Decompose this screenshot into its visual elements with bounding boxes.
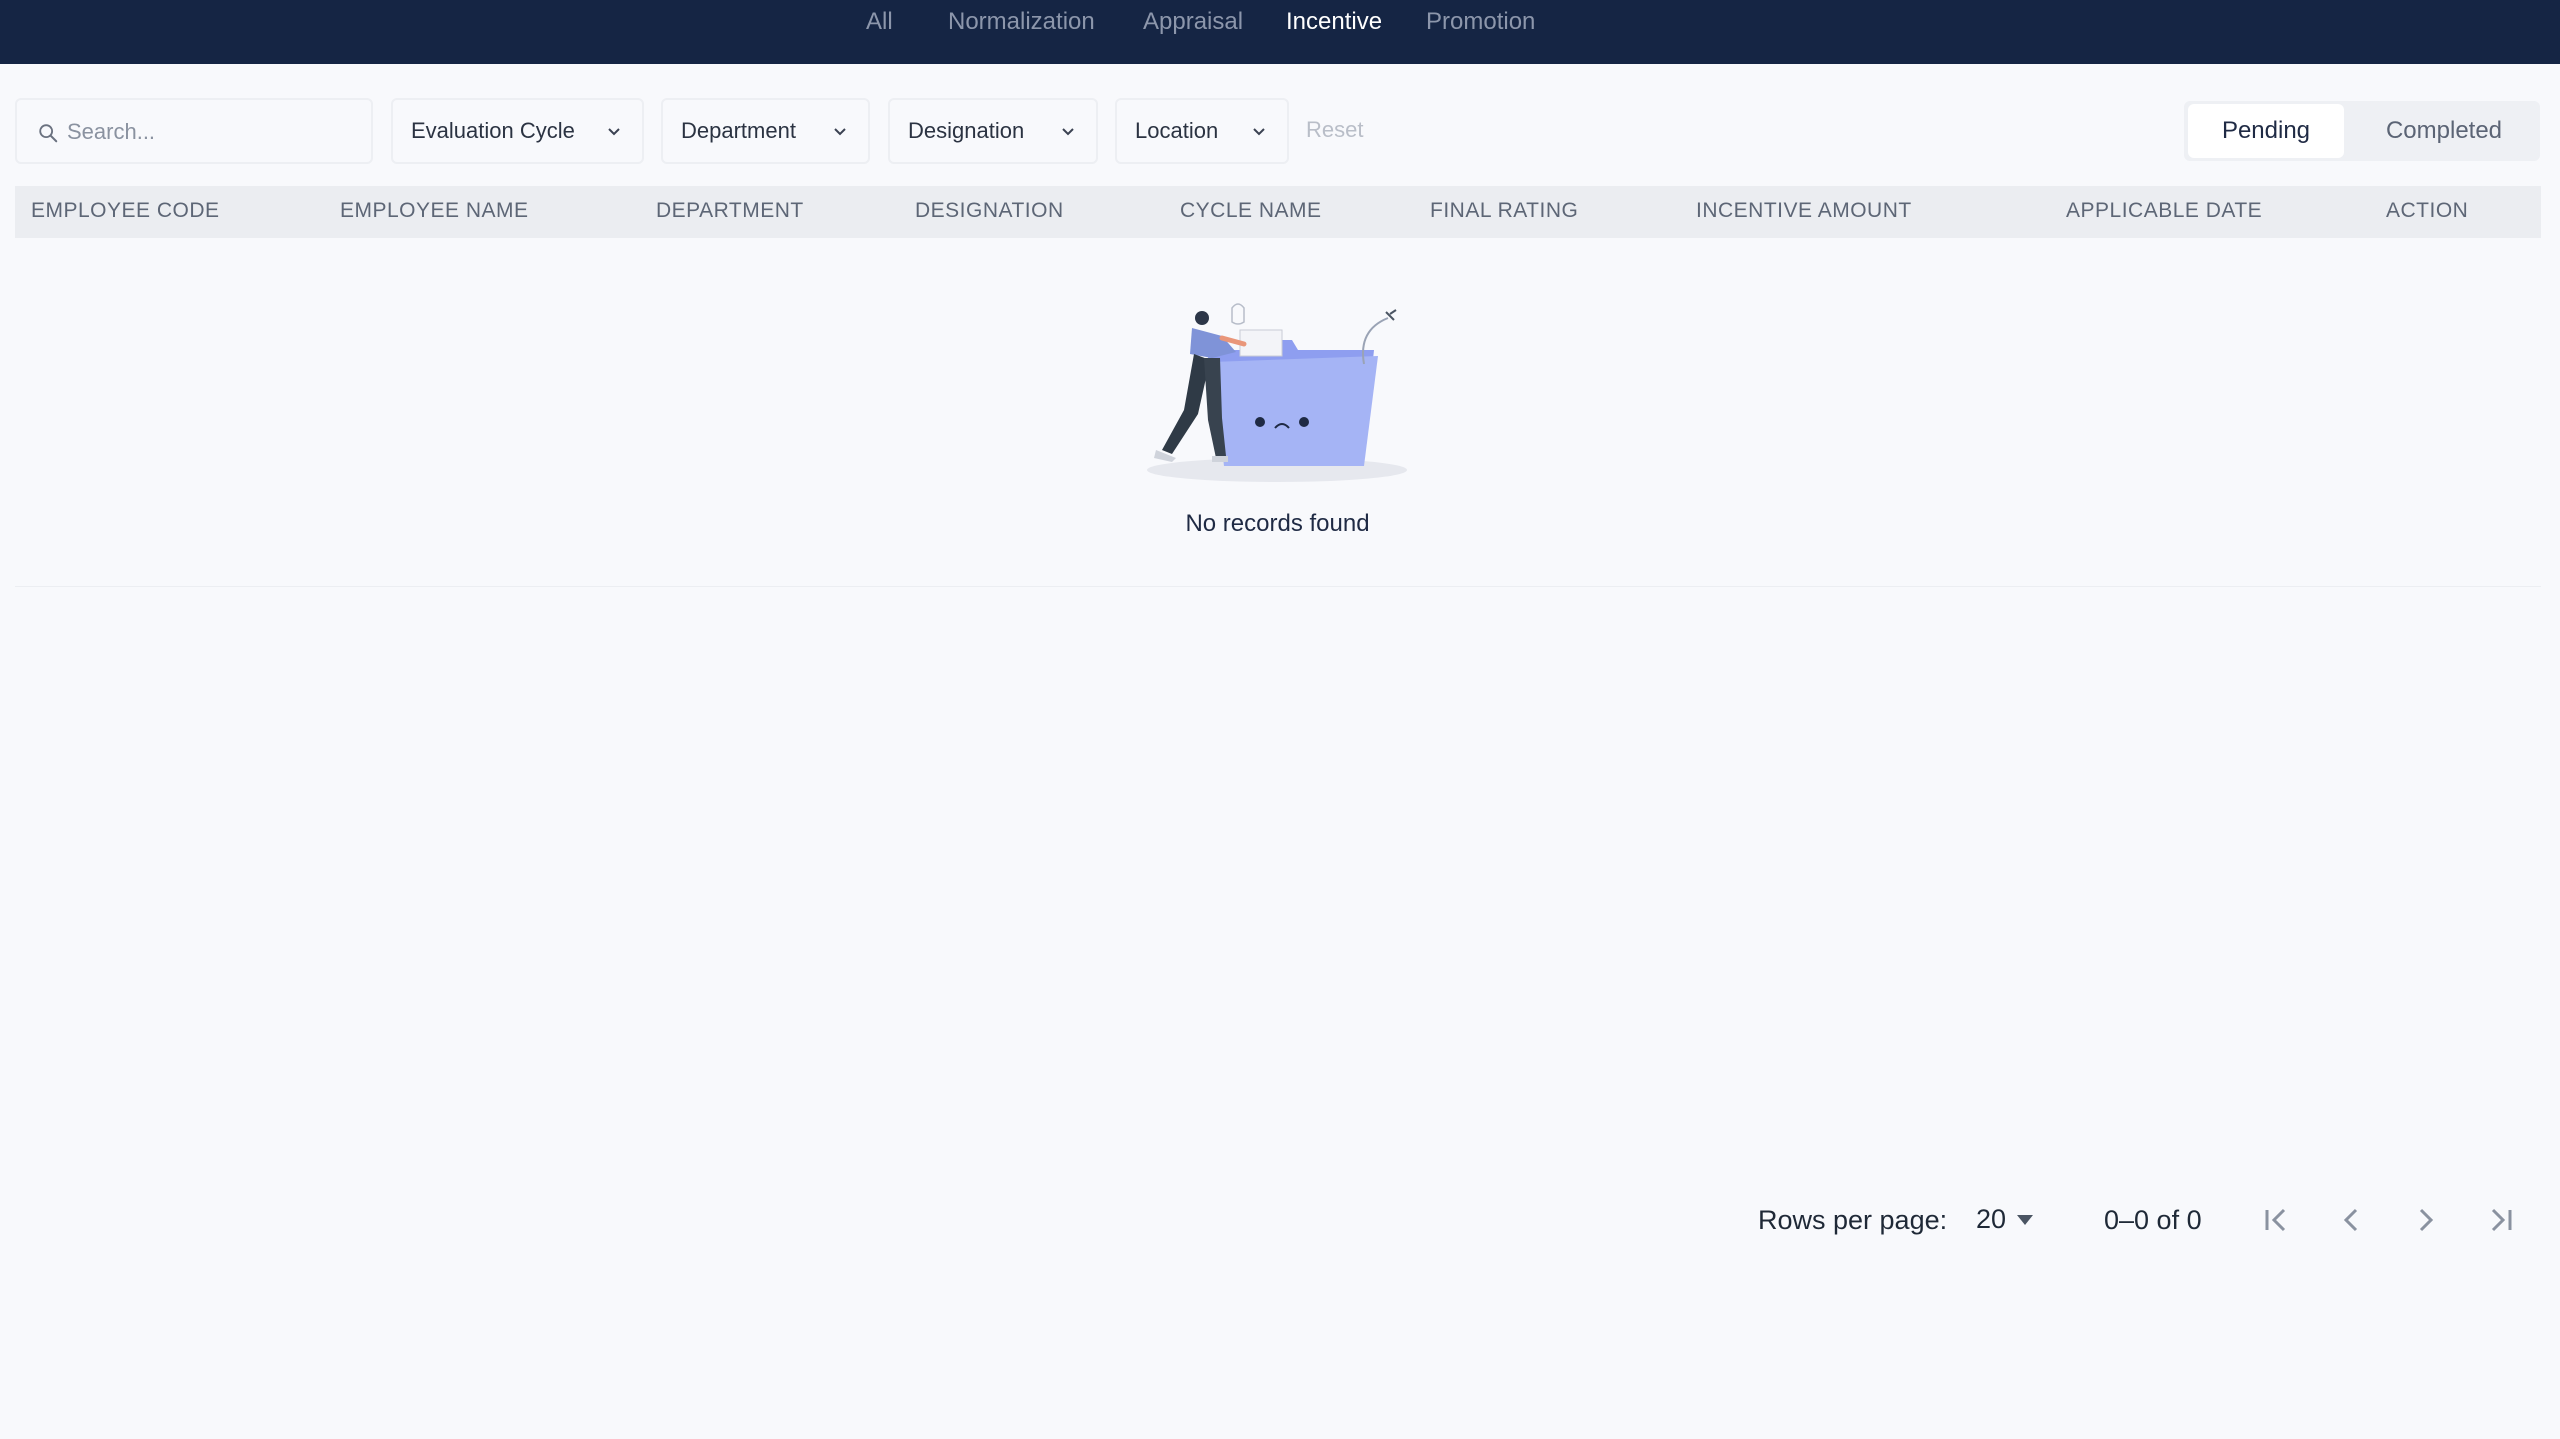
table-header: EMPLOYEE CODE EMPLOYEE NAME DEPARTMENT D…: [15, 186, 2541, 238]
tab-promotion[interactable]: Promotion: [1426, 8, 1535, 36]
designation-dropdown[interactable]: Designation: [888, 98, 1098, 164]
next-page-icon[interactable]: [2404, 1198, 2448, 1242]
completed-toggle-button[interactable]: Completed: [2352, 101, 2536, 161]
evaluation-cycle-label: Evaluation Cycle: [411, 118, 575, 143]
column-header-department[interactable]: DEPARTMENT: [656, 199, 804, 223]
previous-page-icon[interactable]: [2329, 1198, 2373, 1242]
rows-per-page-value: 20: [1976, 1204, 2007, 1234]
column-header-designation[interactable]: DESIGNATION: [915, 199, 1064, 223]
column-header-employee-name[interactable]: EMPLOYEE NAME: [340, 199, 529, 223]
empty-state-message: No records found: [1185, 510, 1370, 537]
column-header-applicable-date[interactable]: APPLICABLE DATE: [2066, 199, 2262, 223]
top-navbar: All Normalization Appraisal Incentive Pr…: [0, 0, 2560, 64]
column-header-cycle-name[interactable]: CYCLE NAME: [1180, 199, 1322, 223]
tab-normalization[interactable]: Normalization: [948, 8, 1095, 36]
column-header-employee-code[interactable]: EMPLOYEE CODE: [31, 199, 220, 223]
location-label: Location: [1135, 118, 1219, 143]
table-divider: [15, 586, 2541, 587]
chevron-down-icon: [1062, 128, 1074, 136]
first-page-icon[interactable]: [2254, 1198, 2298, 1242]
tab-appraisal[interactable]: Appraisal: [1143, 8, 1243, 36]
empty-folder-illustration: [1147, 303, 1407, 482]
filter-bar: Evaluation Cycle Department Designation …: [0, 96, 2560, 166]
search-input[interactable]: [67, 110, 357, 154]
pagination-range: 0–0 of 0: [2104, 1205, 2202, 1235]
chevron-down-icon: [1253, 128, 1265, 136]
status-toggle: Pending Completed: [2184, 101, 2540, 161]
evaluation-cycle-dropdown[interactable]: Evaluation Cycle: [391, 98, 644, 164]
column-header-incentive-amount[interactable]: INCENTIVE AMOUNT: [1696, 199, 1912, 223]
location-dropdown[interactable]: Location: [1115, 98, 1289, 164]
tab-incentive[interactable]: Incentive: [1286, 8, 1382, 36]
department-dropdown[interactable]: Department: [661, 98, 870, 164]
tab-all[interactable]: All: [866, 8, 893, 36]
rows-per-page-label: Rows per page:: [1758, 1205, 1948, 1235]
column-header-action[interactable]: ACTION: [2386, 199, 2468, 223]
chevron-down-icon: [608, 128, 620, 136]
search-box: [15, 98, 373, 164]
column-header-final-rating[interactable]: FINAL RATING: [1430, 199, 1578, 223]
department-label: Department: [681, 118, 796, 143]
chevron-down-icon: [834, 128, 846, 136]
reset-button[interactable]: Reset: [1306, 117, 1363, 143]
last-page-icon[interactable]: [2479, 1198, 2523, 1242]
designation-label: Designation: [908, 118, 1025, 143]
pagination-bar: Rows per page: 20 0–0 of 0: [0, 1196, 2560, 1246]
pending-toggle-button[interactable]: Pending: [2188, 104, 2344, 158]
caret-down-icon: [2017, 1215, 2033, 1225]
search-icon: [39, 124, 58, 143]
